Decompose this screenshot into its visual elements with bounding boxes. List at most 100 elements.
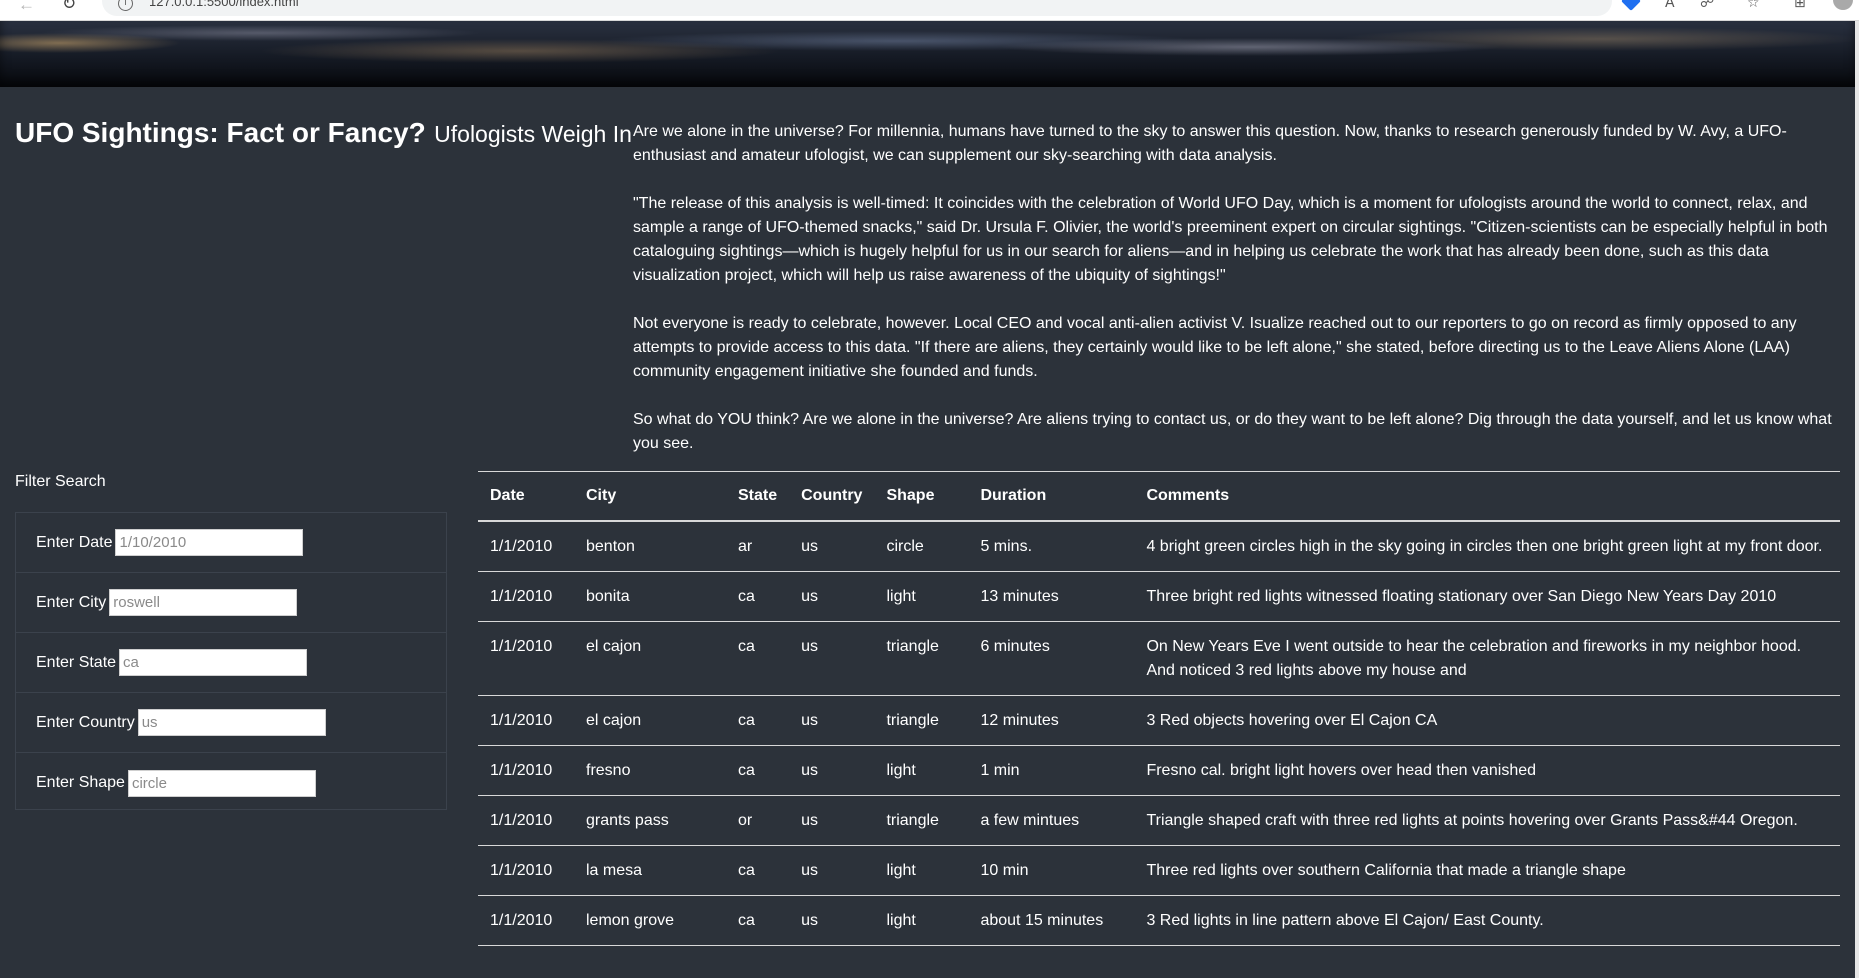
page-subtitle: Ufologists Weigh In — [434, 121, 632, 147]
browser-toolbar: ← ↻ i 127.0.0.1:5500/index.html Aʿ ☍ ☆ ⊞ — [0, 0, 1859, 21]
cell-city: benton — [586, 537, 635, 555]
filter-search-heading: Filter Search — [15, 473, 106, 490]
state-filter-label: Enter State — [36, 653, 117, 671]
intro-paragraph: So what do YOU think? Are we alone in th… — [633, 411, 1832, 452]
column-header-date: Date — [490, 486, 525, 504]
table-row: 1/1/2010 el cajon ca us triangle 12 minutes 3 … — [478, 695, 1840, 745]
cell-shape: circle — [886, 537, 924, 555]
cell-city: fresno — [586, 761, 631, 779]
cell-country: us — [801, 761, 819, 779]
cell-state: ca — [738, 711, 755, 729]
cell-comments: On New Years Eve I went outside to hear … — [1146, 637, 1802, 679]
cell-comments: 4 bright green circles high in the sky g… — [1146, 537, 1823, 555]
cell-state: ca — [738, 637, 755, 655]
arrow-left-icon[interactable]: ← — [18, 0, 35, 13]
cell-city: el cajon — [586, 637, 642, 655]
cell-duration: 10 min — [980, 861, 1029, 879]
cell-shape: light — [886, 761, 916, 779]
cell-shape: triangle — [886, 811, 939, 829]
filter-row-shape: Enter Shape — [16, 753, 446, 813]
cell-country: us — [801, 587, 819, 605]
country-filter-input[interactable] — [137, 709, 326, 736]
filter-row-city: Enter City — [16, 573, 446, 633]
cell-date: 1/1/2010 — [490, 811, 553, 829]
cell-state: ca — [738, 911, 755, 929]
cell-country: us — [801, 711, 819, 729]
cell-duration: about 15 minutes — [980, 911, 1104, 929]
cell-country: us — [801, 911, 819, 929]
scrollbar-track[interactable] — [1855, 21, 1859, 978]
cell-comments: 3 Red objects hovering over El Cajon CA — [1146, 711, 1438, 729]
city-filter-input[interactable] — [109, 589, 298, 616]
cell-duration: a few mintues — [980, 811, 1080, 829]
cell-shape: light — [886, 861, 916, 879]
table-row: 1/1/2010 la mesa ca us light 10 min Three red … — [478, 845, 1840, 895]
filter-row-state: Enter State — [16, 633, 446, 693]
cell-comments: Fresno cal. bright light hovers over hea… — [1146, 761, 1537, 779]
cell-comments: 3 Red lights in line pattern above El Ca… — [1146, 911, 1544, 929]
date-filter-input[interactable] — [115, 529, 304, 556]
column-header-state: State — [738, 486, 778, 504]
read-aloud-icon[interactable]: Aʿ — [1665, 0, 1679, 10]
table-row: 1/1/2010 bonita ca us light 13 minutes Three b… — [478, 571, 1840, 621]
reload-icon[interactable]: ↻ — [62, 0, 76, 12]
cell-shape: triangle — [886, 637, 939, 655]
cell-comments: Three red lights over southern Californi… — [1146, 861, 1626, 879]
cell-comments: Three bright red lights witnessed floati… — [1146, 587, 1777, 605]
cell-duration: 13 minutes — [980, 587, 1059, 605]
cell-state: ca — [738, 587, 755, 605]
table-row: 1/1/2010 el cajon ca us triangle 6 minutes On … — [478, 621, 1840, 695]
intro-paragraph: Are we alone in the universe? For millen… — [633, 123, 1787, 164]
state-filter-input[interactable] — [119, 649, 308, 676]
column-header-comments: Comments — [1146, 486, 1230, 504]
cell-date: 1/1/2010 — [490, 637, 553, 655]
cell-country: us — [801, 861, 819, 879]
table-row: 1/1/2010 benton ar us circle 5 mins. 4 bright … — [478, 521, 1840, 571]
cell-city: el cajon — [586, 711, 642, 729]
table-body: 1/1/2010 benton ar us circle 5 mins. 4 bright … — [478, 521, 1840, 945]
filter-panel: Enter Date Enter City Enter State Enter … — [15, 512, 447, 810]
filter-row-country: Enter Country — [16, 693, 446, 753]
intro-paragraph: Not everyone is ready to celebrate, howe… — [633, 315, 1797, 380]
favorites-icon[interactable]: ☆ — [1747, 0, 1760, 10]
shape-filter-label: Enter Shape — [36, 774, 125, 791]
page-title: UFO Sightings: Fact or Fancy? Ufologists… — [15, 117, 632, 149]
app-root: ← ↻ i 127.0.0.1:5500/index.html Aʿ ☍ ☆ ⊞… — [0, 0, 1859, 978]
collections-icon[interactable]: ⊞ — [1794, 0, 1806, 10]
cell-duration: 12 minutes — [980, 711, 1059, 729]
table-row: 1/1/2010 grants pass or us triangle a few min… — [478, 795, 1840, 845]
profile-icon[interactable] — [1833, 0, 1853, 10]
country-filter-label: Enter Country — [36, 713, 135, 731]
bookmark-icon[interactable] — [1621, 0, 1641, 11]
ufo-sightings-table: Date City State Country Shape Duration C… — [478, 471, 1840, 946]
column-header-shape: Shape — [886, 486, 935, 504]
column-header-country: Country — [801, 486, 863, 504]
cell-country: us — [801, 811, 819, 829]
cell-date: 1/1/2010 — [490, 587, 553, 605]
shape-filter-input[interactable] — [127, 769, 316, 797]
city-filter-label: Enter City — [36, 593, 107, 611]
cell-city: la mesa — [586, 861, 643, 879]
cell-country: us — [801, 637, 819, 655]
cell-date: 1/1/2010 — [490, 711, 553, 729]
date-filter-label: Enter Date — [36, 533, 113, 551]
cell-state: ar — [738, 537, 753, 555]
column-header-duration: Duration — [980, 486, 1047, 504]
page-title-main: UFO Sightings: Fact or Fancy? — [15, 117, 426, 148]
cell-date: 1/1/2010 — [490, 911, 553, 929]
cell-city: bonita — [586, 587, 630, 605]
table-header-row: Date City State Country Shape Duration C… — [478, 471, 1840, 521]
cell-duration: 6 minutes — [980, 637, 1050, 655]
cell-date: 1/1/2010 — [490, 761, 553, 779]
table-header: Date City State Country Shape Duration C… — [478, 471, 1840, 521]
table-row: 1/1/2010 lemon grove ca us light about 15 min… — [478, 895, 1840, 945]
page-body: UFO Sightings: Fact or Fancy? Ufologists… — [0, 21, 1855, 978]
tracking-prevention-icon[interactable]: ☍ — [1700, 0, 1714, 10]
cell-country: us — [801, 537, 819, 555]
cell-state: or — [738, 811, 753, 829]
cell-shape: light — [886, 911, 916, 929]
address-bar[interactable] — [102, 0, 1612, 16]
address-bar-url[interactable]: 127.0.0.1:5500/index.html — [149, 0, 299, 9]
intro-paragraph: "The release of this analysis is well-ti… — [633, 195, 1828, 284]
cell-shape: triangle — [886, 711, 939, 729]
